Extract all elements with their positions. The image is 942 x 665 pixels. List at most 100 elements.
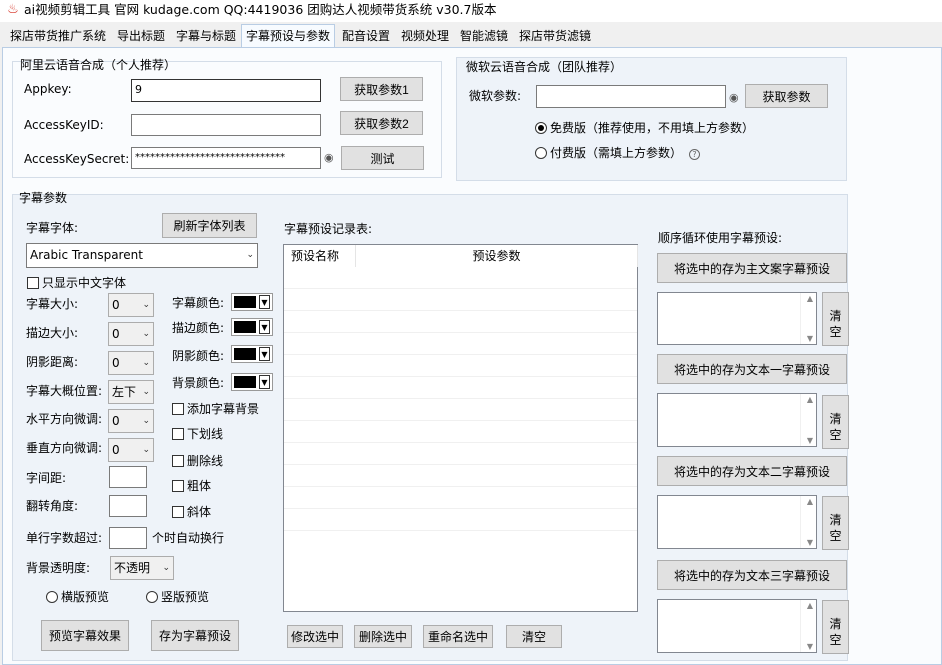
vshift-select[interactable]: 0 ⌄	[108, 438, 154, 462]
scroll-down-icon[interactable]: ▼	[807, 642, 813, 651]
ms-paid-label: 付费版（需填上方参数）	[550, 146, 683, 160]
table-row	[284, 399, 637, 421]
ms-get-param-button[interactable]: 获取参数	[745, 84, 828, 108]
save-text2-preset-button[interactable]: 将选中的存为文本二字幕预设	[657, 456, 847, 486]
horizontal-preview-radio[interactable]: 横版预览	[46, 590, 109, 604]
rotate-label: 翻转角度:	[26, 499, 79, 513]
preset-table[interactable]: 预设名称 预设参数	[283, 244, 638, 612]
save-preset-button[interactable]: 存为字幕预设	[151, 620, 239, 651]
tab-video-processing[interactable]: 视频处理	[397, 26, 453, 47]
scroll-down-icon[interactable]: ▼	[807, 436, 813, 445]
test-button[interactable]: 测试	[341, 146, 424, 170]
col-preset-name[interactable]: 预设名称	[284, 245, 356, 267]
ms-paid-radio[interactable]: 付费版（需填上方参数）	[535, 146, 682, 160]
tab-subtitle-title[interactable]: 字幕与标题	[172, 26, 240, 47]
save-text1-preset-button[interactable]: 将选中的存为文本一字幕预设	[657, 354, 847, 384]
clear-text3-button[interactable]: 清空	[822, 600, 849, 654]
hshift-select[interactable]: 0 ⌄	[108, 409, 154, 433]
position-select[interactable]: 左下 ⌄	[108, 380, 154, 404]
font-label: 字幕字体:	[26, 221, 79, 235]
text3-preset-memo[interactable]: ▲ ▼	[657, 599, 817, 653]
vertical-preview-radio[interactable]: 竖版预览	[146, 590, 209, 604]
chevron-down-icon: ▼	[259, 347, 270, 361]
get-param1-button[interactable]: 获取参数1	[340, 77, 423, 101]
scroll-up-icon[interactable]: ▲	[807, 294, 813, 303]
clear-text1-button[interactable]: 清空	[822, 395, 849, 449]
text1-preset-memo[interactable]: ▲ ▼	[657, 393, 817, 447]
scroll-up-icon[interactable]: ▲	[807, 601, 813, 610]
eye-icon[interactable]: ◉	[729, 91, 739, 105]
save-text3-preset-button[interactable]: 将选中的存为文本三字幕预设	[657, 560, 847, 590]
scrollbar[interactable]: ▲ ▼	[800, 394, 816, 446]
italic-checkbox[interactable]: 斜体	[172, 505, 211, 519]
wrap-input[interactable]	[109, 527, 147, 549]
stroke-select[interactable]: 0 ⌄	[108, 322, 154, 346]
scroll-up-icon[interactable]: ▲	[807, 395, 813, 404]
main-preset-memo[interactable]: ▲ ▼	[657, 292, 817, 345]
rename-selected-button[interactable]: 重命名选中	[423, 625, 493, 648]
scrollbar[interactable]: ▲ ▼	[800, 496, 816, 548]
tab-store-filter[interactable]: 探店带货滤镜	[515, 26, 595, 47]
bg-alpha-select[interactable]: 不透明 ⌄	[110, 556, 174, 580]
checkbox-icon	[172, 428, 184, 440]
col-preset-params[interactable]: 预设参数	[356, 245, 638, 267]
stroke-value: 0	[112, 327, 120, 341]
help-icon[interactable]: ?	[689, 149, 700, 160]
save-main-preset-button[interactable]: 将选中的存为主文案字幕预设	[657, 253, 847, 283]
preset-table-title: 字幕预设记录表:	[284, 222, 373, 236]
refresh-fonts-button[interactable]: 刷新字体列表	[162, 213, 257, 238]
ms-param-label: 微软参数:	[469, 89, 522, 103]
table-row	[284, 443, 637, 465]
vertical-preview-label: 竖版预览	[161, 590, 210, 604]
accesskeysecret-input[interactable]: ******************************	[131, 147, 321, 169]
ms-param-input[interactable]	[536, 85, 726, 108]
bold-checkbox[interactable]: 粗体	[172, 479, 211, 493]
text2-preset-memo[interactable]: ▲ ▼	[657, 495, 817, 549]
ms-free-radio[interactable]: 免费版（推荐使用，不用填上方参数）	[535, 121, 754, 135]
clear-presets-button[interactable]: 清空	[506, 625, 562, 648]
strike-checkbox[interactable]: 删除线	[172, 454, 223, 468]
stroke-color-picker[interactable]: ▼	[231, 318, 273, 336]
clear-text2-button[interactable]: 清空	[822, 496, 849, 550]
only-cn-checkbox[interactable]: 只显示中文字体	[27, 276, 126, 290]
scrollbar[interactable]: ▲ ▼	[800, 600, 816, 652]
scroll-down-icon[interactable]: ▼	[807, 538, 813, 547]
checkbox-icon	[27, 277, 39, 289]
italic-label: 斜体	[187, 505, 212, 519]
stroke-color-label: 描边颜色:	[172, 321, 225, 335]
preview-subtitle-button[interactable]: 预览字幕效果	[41, 620, 129, 651]
scrollbar[interactable]: ▲ ▼	[800, 293, 816, 344]
add-bg-checkbox[interactable]: 添加字幕背景	[172, 402, 259, 416]
bg-color-picker[interactable]: ▼	[231, 373, 273, 391]
shadow-color-picker[interactable]: ▼	[231, 345, 273, 363]
delete-selected-button[interactable]: 删除选中	[354, 625, 412, 648]
underline-checkbox[interactable]: 下划线	[172, 427, 223, 441]
spacing-label: 字间距:	[26, 471, 67, 485]
shadow-color-label: 阴影颜色:	[172, 349, 225, 363]
shadow-select[interactable]: 0 ⌄	[108, 351, 154, 375]
tab-export-title[interactable]: 导出标题	[113, 26, 169, 47]
eye-icon[interactable]: ◉	[324, 151, 334, 165]
spacing-input[interactable]	[109, 466, 147, 488]
tab-store-promo[interactable]: 探店带货推广系统	[6, 26, 110, 47]
modify-selected-button[interactable]: 修改选中	[287, 625, 343, 648]
get-param2-button[interactable]: 获取参数2	[340, 111, 423, 135]
tab-subtitle-presets[interactable]: 字幕预设与参数	[241, 24, 336, 47]
accesskeyid-input[interactable]	[131, 114, 321, 136]
position-label: 字幕大概位置:	[26, 384, 103, 398]
table-row	[284, 465, 637, 487]
size-select[interactable]: 0 ⌄	[108, 293, 154, 317]
scroll-up-icon[interactable]: ▲	[807, 497, 813, 506]
tab-voice-settings[interactable]: 配音设置	[338, 26, 394, 47]
font-select[interactable]: Arabic Transparent ⌄	[26, 243, 258, 268]
clear-main-button[interactable]: 清空	[822, 292, 849, 346]
text-color-picker[interactable]: ▼	[231, 293, 273, 311]
radio-selected-icon	[535, 122, 547, 134]
tab-smart-filter[interactable]: 智能滤镜	[456, 26, 512, 47]
ms-free-label: 免费版（推荐使用，不用填上方参数）	[550, 121, 755, 135]
appkey-input[interactable]: 9	[131, 79, 321, 102]
scroll-down-icon[interactable]: ▼	[807, 334, 813, 343]
wrap-suffix: 个时自动换行	[152, 531, 225, 545]
color-swatch	[234, 321, 256, 333]
rotate-input[interactable]	[109, 495, 147, 517]
